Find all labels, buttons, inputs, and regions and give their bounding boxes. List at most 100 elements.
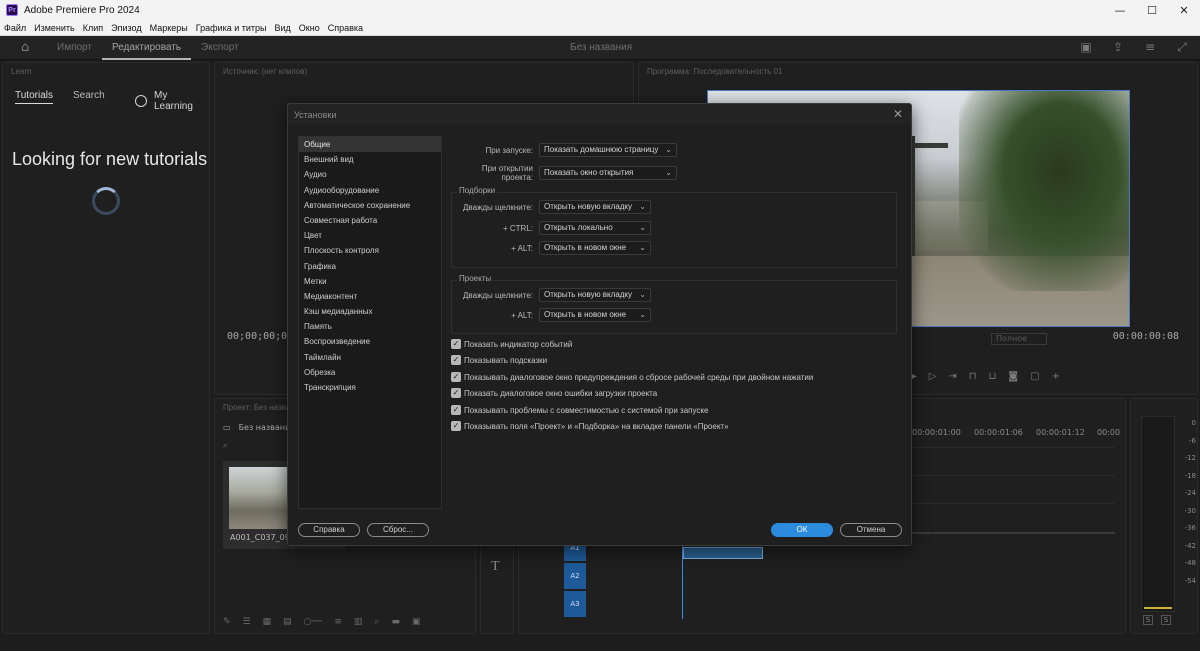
icon-view-icon[interactable]: ▦ [263,617,272,627]
menu-clip[interactable]: Клип [79,23,107,33]
my-learning-link[interactable]: My Learning [135,90,209,112]
category-item[interactable]: Обрезка [299,365,441,380]
category-item[interactable]: Метки [299,274,441,289]
track-a2-label[interactable]: A2 [564,563,586,589]
category-item[interactable]: Совместная работа [299,213,441,228]
category-item[interactable]: Воспроизведение [299,334,441,349]
workspace-bar: ⌂ Импорт Редактировать Экспорт Без назва… [0,36,1200,60]
checkbox-checked-icon[interactable]: ✓ [451,388,461,398]
category-item[interactable]: Кэш медиаданных [299,304,441,319]
menu-help[interactable]: Справка [324,23,367,33]
checkbox-row[interactable]: ✓ Показывать поля «Проект» и «Подборка» … [451,421,729,431]
checkbox-checked-icon[interactable]: ✓ [451,339,461,349]
list-view-icon[interactable]: ☰ [243,617,251,627]
learn-panel-title[interactable]: Learn [11,67,31,76]
checkbox-checked-icon[interactable]: ✓ [451,355,461,365]
sort-icon[interactable]: ≡ [334,617,342,627]
bins-dbl-dropdown[interactable]: Открыть новую вкладку ⌄ [539,200,651,214]
menu-window[interactable]: Окно [295,23,324,33]
checkbox-row[interactable]: ✓ Показать индикатор событий [451,339,572,349]
automate-icon[interactable]: ▥ [354,617,363,627]
checkbox-row[interactable]: ✓ Показать диалоговое окно ошибки загруз… [451,388,657,398]
new-bin-icon[interactable]: ▬ [391,617,400,627]
checkbox-row[interactable]: ✓ Показывать диалоговое окно предупрежде… [451,372,813,382]
tab-edit[interactable]: Редактировать [101,36,192,60]
category-item[interactable]: Аудиооборудование [299,183,441,198]
menu-file[interactable]: Файл [0,23,30,33]
home-icon[interactable]: ⌂ [21,40,35,55]
tab-import[interactable]: Импорт [47,36,102,60]
category-item[interactable]: Медиаконтент [299,289,441,304]
tab-export[interactable]: Экспорт [191,36,249,60]
share-icon[interactable]: ⇪ [1110,40,1126,56]
zoom-slider[interactable]: ○── [304,617,323,627]
bins-ctrl-dropdown[interactable]: Открыть локально ⌄ [539,221,651,235]
add-icon[interactable]: + [1052,371,1060,382]
checkbox-checked-icon[interactable]: ✓ [451,421,461,431]
new-item-icon[interactable]: ▣ [412,617,421,627]
minimize-button[interactable]: — [1104,0,1136,20]
startup-dropdown[interactable]: Показать домашнюю страницу ⌄ [539,143,677,157]
solo-button[interactable]: S [1161,615,1171,625]
checkbox-row[interactable]: ✓ Показывать проблемы с совместимостью с… [451,405,708,415]
category-item[interactable]: Автоматическое сохранение [299,198,441,213]
startup-value: Показать домашнюю страницу [544,145,659,154]
fit-dropdown[interactable]: Полное [991,333,1047,345]
audio-clip[interactable] [683,547,763,559]
compare-icon[interactable]: ▢ [1030,371,1039,382]
fullscreen-icon[interactable]: ⤢ [1174,40,1190,56]
source-timecode[interactable]: 00;00;00;00 [227,331,293,342]
menu-graphics[interactable]: Графика и титры [192,23,271,33]
projects-alt-label: + ALT: [511,310,533,320]
bins-ctrl-value: Открыть локально [544,223,613,232]
category-item[interactable]: Таймлайн [299,350,441,365]
projects-dbl-dropdown[interactable]: Открыть новую вкладку ⌄ [539,288,651,302]
checkbox-checked-icon[interactable]: ✓ [451,405,461,415]
category-item[interactable]: Внешний вид [299,152,441,167]
workspaces-menu-icon[interactable]: ≡ [1142,40,1158,56]
category-list: Общие Внешний вид Аудио Аудиооборудовани… [298,136,442,509]
learn-panel: Learn Tutorials Search My Learning Looki… [2,62,210,634]
type-tool-icon[interactable]: T [491,559,500,575]
category-item[interactable]: Транскрипция [299,380,441,395]
track-a3-label[interactable]: A3 [564,591,586,617]
search-icon[interactable]: ⌕ [223,441,227,451]
freeform-view-icon[interactable]: ▤ [283,617,292,627]
checkbox-checked-icon[interactable]: ✓ [451,372,461,382]
category-item[interactable]: Цвет [299,228,441,243]
maximize-button[interactable]: ☐ [1136,0,1168,20]
projects-alt-dropdown[interactable]: Открыть в новом окне ⌄ [539,308,651,322]
reset-button[interactable]: Сброс... [367,523,429,537]
pencil-icon[interactable]: ✎ [223,617,231,627]
find-icon[interactable]: ⌕ [374,617,379,627]
close-icon[interactable]: ✕ [890,106,906,122]
step-forward-icon[interactable]: ▷ [929,371,937,382]
category-item[interactable]: Память [299,319,441,334]
close-window-button[interactable]: ✕ [1168,0,1200,20]
cancel-button[interactable]: Отмена [840,523,902,537]
open-project-dropdown[interactable]: Показать окно открытия ⌄ [539,166,677,180]
bins-alt-dropdown[interactable]: Открыть в новом окне ⌄ [539,241,651,255]
camera-icon[interactable]: ◙ [1008,371,1018,382]
go-to-out-icon[interactable]: ⇥ [948,371,956,382]
menu-sequence[interactable]: Эпизод [107,23,145,33]
playhead[interactable] [682,539,683,619]
quick-export-icon[interactable]: ▣ [1078,40,1094,56]
solo-button[interactable]: S [1143,615,1153,625]
tab-tutorials[interactable]: Tutorials [15,90,53,104]
menu-view[interactable]: Вид [271,23,295,33]
help-button[interactable]: Справка [298,523,360,537]
ok-button[interactable]: ОК [771,523,833,537]
lift-icon[interactable]: ⊓ [969,371,977,382]
checkbox-row[interactable]: ✓ Показывать подсказки [451,355,547,365]
category-item[interactable]: Аудио [299,167,441,182]
extract-icon[interactable]: ⊔ [989,371,997,382]
category-item[interactable]: Графика [299,259,441,274]
menu-markers[interactable]: Маркеры [146,23,192,33]
category-item[interactable]: Общие [299,137,441,153]
menu-edit[interactable]: Изменить [30,23,79,33]
source-panel-title[interactable]: Источник: (нет клипов) [223,67,307,76]
program-panel-title[interactable]: Программа: Последовательность 01 [647,67,782,76]
category-item[interactable]: Плоскость контроля [299,243,441,258]
tab-search[interactable]: Search [73,90,105,104]
